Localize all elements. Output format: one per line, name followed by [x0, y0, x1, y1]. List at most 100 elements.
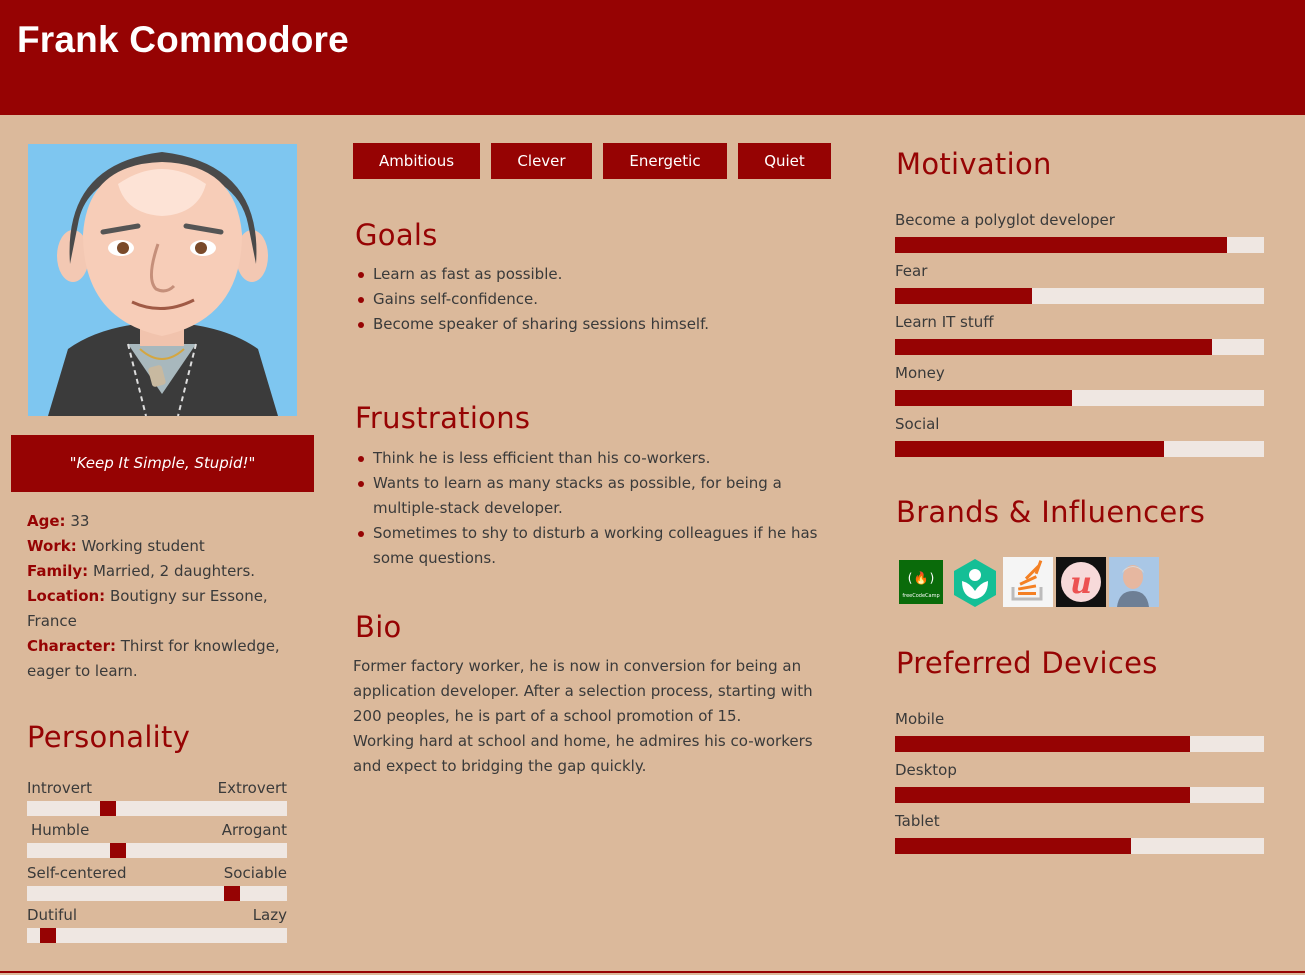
family-value: Married, 2 daughters. — [92, 562, 256, 580]
list-item: Become speaker of sharing sessions himse… — [355, 312, 825, 337]
trait-left-label: Dutiful — [27, 906, 78, 924]
bar-fill — [895, 339, 1213, 355]
goals-list: Learn as fast as possible. Gains self-co… — [355, 262, 825, 337]
bar-fill — [895, 441, 1165, 457]
character-label: Character: — [27, 637, 116, 655]
bar-label: Tablet — [895, 812, 940, 830]
trait-right-label: Sociable — [223, 864, 287, 882]
family-label: Family: — [27, 562, 89, 580]
device-bar: Desktop — [895, 761, 1264, 803]
persona-name: Frank Commodore — [17, 19, 349, 60]
info-age: Age: 33 — [27, 509, 307, 534]
info-family: Family: Married, 2 daughters. — [27, 559, 307, 584]
info-work: Work: Working student — [27, 534, 307, 559]
personality-title: Personality — [27, 720, 191, 754]
bar-label: Fear — [895, 262, 928, 280]
bar-track — [895, 339, 1264, 355]
freecodecamp-text: freeCodeCamp — [902, 593, 939, 599]
trait-left-label: Self-centered — [27, 864, 127, 882]
frustrations-title: Frustrations — [355, 401, 531, 435]
bar-label: Money — [895, 364, 945, 382]
persona-quote: "Keep It Simple, Stupid!" — [11, 435, 314, 492]
trait-track — [27, 843, 287, 858]
trait-left-label: Introvert — [27, 779, 92, 797]
khan-academy-logo[interactable] — [950, 557, 1000, 607]
personality-slider: Self-centered Sociable — [27, 864, 287, 901]
bar-track — [895, 787, 1264, 803]
list-item: Wants to learn as many stacks as possibl… — [355, 471, 825, 521]
trait-marker — [224, 886, 241, 901]
trait-track — [27, 886, 287, 901]
bar-fill — [895, 838, 1132, 854]
work-label: Work: — [27, 537, 77, 555]
bar-track — [895, 441, 1264, 457]
page-header: Frank Commodore — [0, 0, 1305, 115]
bar-fill — [895, 787, 1191, 803]
trait-marker — [110, 843, 126, 858]
list-item: Gains self-confidence. — [355, 287, 825, 312]
list-item: Sometimes to shy to disturb a working co… — [355, 521, 825, 571]
freecodecamp-logo[interactable]: (🔥) freeCodeCamp — [899, 560, 943, 604]
trait-right-label: Extrovert — [217, 779, 287, 797]
trait-marker — [99, 801, 116, 816]
bar-fill — [895, 736, 1191, 752]
persona-info: Age: 33 Work: Working student Family: Ma… — [27, 509, 307, 684]
bar-track — [895, 736, 1264, 752]
bio-title: Bio — [355, 610, 402, 644]
bar-track — [895, 288, 1264, 304]
tag-quiet[interactable]: Quiet — [738, 143, 831, 179]
personality-slider: Humble Arrogant — [27, 821, 287, 858]
work-value: Working student — [81, 537, 205, 555]
tag-clever[interactable]: Clever — [491, 143, 592, 179]
motivation-bar: Learn IT stuff — [895, 313, 1264, 355]
bar-fill — [895, 237, 1228, 253]
bar-track — [895, 390, 1264, 406]
motivation-bar: Fear — [895, 262, 1264, 304]
motivation-bar: Social — [895, 415, 1264, 457]
device-bar: Mobile — [895, 710, 1264, 752]
bar-fill — [895, 390, 1073, 406]
info-character: Character: Thirst for knowledge, eager t… — [27, 634, 307, 684]
info-location: Location: Boutigny sur Essone, France — [27, 584, 307, 634]
age-label: Age: — [27, 512, 66, 530]
device-bar: Tablet — [895, 812, 1264, 854]
tag-ambitious[interactable]: Ambitious — [353, 143, 480, 179]
personality-slider: Introvert Extrovert — [27, 779, 287, 816]
trait-marker — [39, 928, 56, 943]
motivation-bar: Money — [895, 364, 1264, 406]
goals-title: Goals — [355, 218, 438, 252]
bar-label: Desktop — [895, 761, 957, 779]
tag-energetic[interactable]: Energetic — [603, 143, 727, 179]
motivation-title: Motivation — [896, 147, 1052, 181]
list-item: Think he is less efficient than his co-w… — [355, 446, 825, 471]
brands-title: Brands & Influencers — [896, 495, 1206, 529]
bar-label: Become a polyglot developer — [895, 211, 1115, 229]
age-value: 33 — [70, 512, 90, 530]
trait-track — [27, 801, 287, 816]
devices-title: Preferred Devices — [896, 646, 1158, 680]
svg-text:(🔥): (🔥) — [906, 571, 935, 585]
bar-label: Mobile — [895, 710, 945, 728]
bar-track — [895, 838, 1264, 854]
bar-label: Learn IT stuff — [895, 313, 994, 331]
bio-text: Former factory worker, he is now in conv… — [353, 654, 823, 779]
trait-left-label: Humble — [31, 821, 90, 839]
trait-right-label: Arrogant — [221, 821, 287, 839]
bio-paragraph: Working hard at school and home, he admi… — [353, 732, 813, 775]
trait-track — [27, 928, 287, 943]
personality-slider: Dutiful Lazy — [27, 906, 287, 943]
list-item: Learn as fast as possible. — [355, 262, 825, 287]
bar-label: Social — [895, 415, 940, 433]
stack-overflow-logo[interactable] — [1003, 557, 1053, 607]
udemy-logo[interactable]: u — [1056, 557, 1106, 607]
bar-fill — [895, 288, 1032, 304]
location-label: Location: — [27, 587, 106, 605]
footer-divider — [0, 971, 1305, 973]
frustrations-list: Think he is less efficient than his co-w… — [355, 446, 825, 571]
influencer-photo[interactable] — [1109, 557, 1159, 607]
udemy-text: u — [1070, 566, 1092, 601]
avatar — [28, 144, 297, 416]
bar-track — [895, 237, 1264, 253]
trait-right-label: Lazy — [252, 906, 287, 924]
bio-paragraph: Former factory worker, he is now in conv… — [353, 657, 813, 725]
